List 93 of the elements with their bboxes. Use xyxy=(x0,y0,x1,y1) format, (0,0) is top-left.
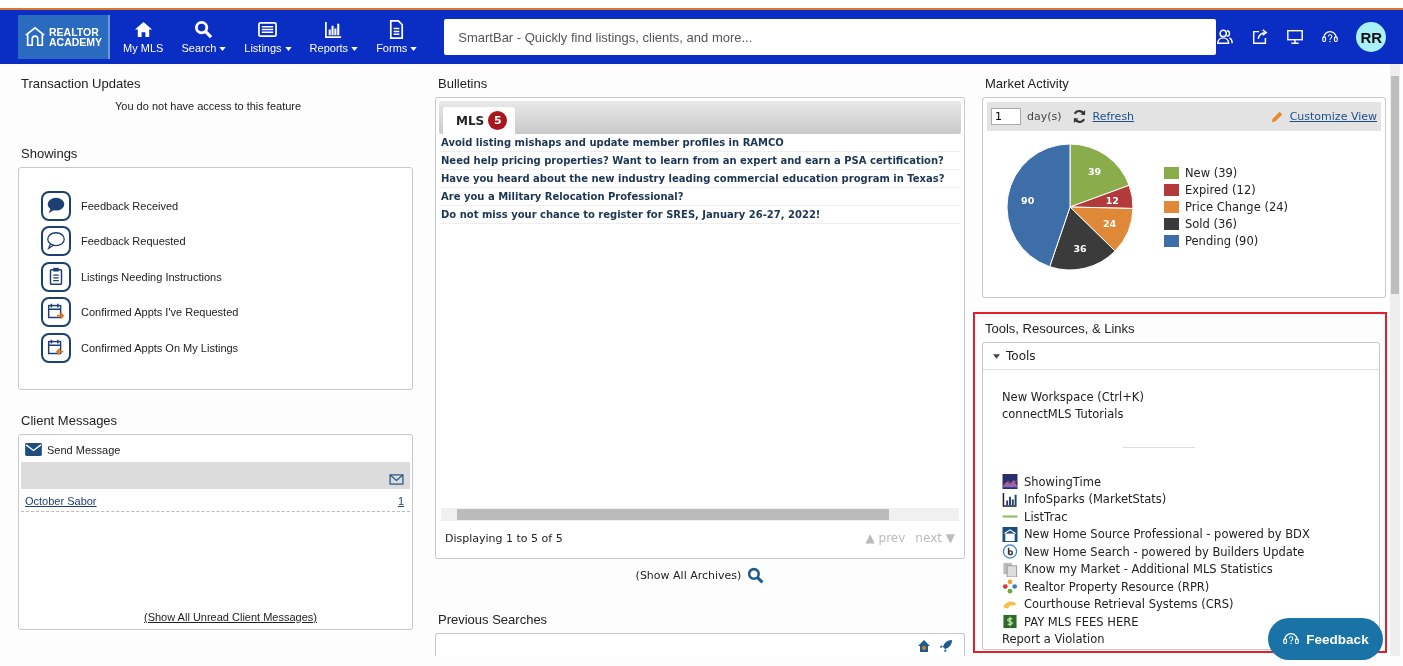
tool-link[interactable]: ShowingTime xyxy=(1024,474,1101,489)
show-all-messages-link[interactable]: (Show All Unread Client Messages) xyxy=(144,611,317,623)
home-icon xyxy=(133,20,153,39)
monitor-icon[interactable] xyxy=(1286,28,1305,46)
section-title: Bulletins xyxy=(438,76,489,91)
refresh-icon[interactable] xyxy=(1071,109,1087,124)
bar-chart-icon[interactable] xyxy=(1002,491,1018,507)
slice-value-label: 12 xyxy=(1105,194,1119,206)
mountain-icon[interactable] xyxy=(1002,474,1018,490)
logo-text: REALTOR xyxy=(49,27,100,37)
bulletin-link[interactable]: Do not miss your chance to register for SRES, January 26-27, 2022! xyxy=(439,206,961,224)
tool-link[interactable]: Realtor Property Resource (RPR) xyxy=(1024,579,1210,594)
section-header[interactable]: Tools xyxy=(983,343,1379,370)
search-icon xyxy=(194,20,214,39)
tool-link[interactable]: New Home Source Professional - powered by BDX xyxy=(1024,527,1310,542)
legend-label: Pending (90) xyxy=(1185,234,1259,248)
logo-text: ACADEMY xyxy=(49,37,103,47)
nav-button[interactable]: Listings xyxy=(239,15,297,59)
bulletin-link[interactable]: Avoid listing mishaps and update member profiles in RAMCO xyxy=(439,134,961,152)
tool-link[interactable]: New Workspace (Ctrl+K) xyxy=(1002,389,1144,404)
caret-icon xyxy=(993,353,1000,359)
legend-label: Sold (36) xyxy=(1185,217,1238,231)
show-archives-link[interactable]: (Show All Archives) xyxy=(635,569,742,583)
showings-link[interactable]: Feedback Requested xyxy=(81,235,186,248)
calendar-arrow-icon[interactable] xyxy=(41,332,71,363)
tab-label: MLS xyxy=(456,113,485,128)
bulletin-link[interactable]: Are you a Military Relocation Professional? xyxy=(439,188,961,206)
calendar-arrow-icon[interactable] xyxy=(41,297,71,328)
tool-link[interactable]: Know my Market - Additional MLS Statistics xyxy=(1024,562,1273,577)
building-icon[interactable] xyxy=(1002,526,1018,542)
smartbar-field[interactable]: SmartBar - Quickly find listings, clients, and more... xyxy=(444,19,1217,55)
logo[interactable]: REALTOR ACADEMY xyxy=(18,15,111,59)
days-field[interactable]: 1 xyxy=(991,108,1021,125)
client-name-link[interactable]: October Sabor xyxy=(25,495,97,507)
days-label: day(s) xyxy=(1027,110,1062,123)
section-title: Transaction Updates xyxy=(21,76,142,91)
send-message-link[interactable]: Send Message xyxy=(47,443,121,456)
legend-label: Expired (12) xyxy=(1185,183,1256,197)
section-title: Client Messages xyxy=(21,413,119,428)
pagination-info: Displaying 1 to 5 of 5 xyxy=(445,531,563,545)
user-avatar[interactable]: RR xyxy=(1356,22,1387,52)
showings-link[interactable]: Feedback Received xyxy=(81,199,179,212)
list-icon xyxy=(258,20,278,39)
tool-link[interactable]: New Home Search - powered by Builders Update xyxy=(1024,544,1305,559)
slice-value-label: 90 xyxy=(1021,194,1035,206)
slice-value-label: 39 xyxy=(1087,166,1102,178)
bar-chart-icon xyxy=(324,20,344,39)
slice-value-label: 36 xyxy=(1073,243,1087,255)
showings-link[interactable]: Listings Needing Instructions xyxy=(81,270,222,283)
access-message: You do not have access to this feature xyxy=(115,100,303,114)
bulletin-tab[interactable]: MLS 5 xyxy=(443,107,516,134)
showings-link[interactable]: Confirmed Appts On My Listings xyxy=(81,341,239,354)
refresh-link[interactable]: Refresh xyxy=(1092,110,1135,123)
share-icon[interactable] xyxy=(1251,28,1270,46)
speech-bubble-icon[interactable] xyxy=(41,226,71,257)
clipboard-icon[interactable] xyxy=(41,261,71,292)
money-icon[interactable] xyxy=(1002,614,1018,630)
rocket-icon[interactable] xyxy=(938,638,954,655)
tool-link[interactable]: Courthouse Retrieval Systems (CRS) xyxy=(1024,597,1234,612)
tool-link[interactable]: connectMLS Tutorials xyxy=(1002,407,1124,422)
legend-label: New (39) xyxy=(1185,166,1238,180)
envelope-icon xyxy=(389,474,404,485)
bulletin-link[interactable]: Have you heard about the new industry leading commercial education program in Texas? xyxy=(439,170,961,188)
section-title: Tools, Resources, & Links xyxy=(985,321,1136,336)
showings-link[interactable]: Confirmed Appts I've Requested xyxy=(81,306,239,319)
feedback-button[interactable]: Feedback xyxy=(1268,618,1383,660)
nav-button[interactable]: Search xyxy=(176,15,232,59)
tool-link[interactable]: InfoSparks (MarketStats) xyxy=(1024,492,1167,507)
horizontal-scrollbar[interactable] xyxy=(441,508,959,522)
envelope-icon[interactable] xyxy=(25,443,42,456)
legend-label: Price Change (24) xyxy=(1185,200,1288,214)
message-count-link[interactable]: 1 xyxy=(397,495,404,507)
tool-link[interactable]: Report a Violation xyxy=(1002,632,1105,647)
nav-button[interactable]: Reports xyxy=(304,15,364,59)
nav-button[interactable]: My MLS xyxy=(118,15,169,59)
scrollbar[interactable] xyxy=(1390,64,1400,656)
slice-value-label: 24 xyxy=(1102,218,1117,230)
bulletin-link[interactable]: Need help pricing properties? Want to learn from an expert and earn a PSA certification? xyxy=(439,152,961,170)
search-icon[interactable] xyxy=(747,567,765,585)
dots-icon[interactable] xyxy=(1002,579,1018,595)
section-title: Previous Searches xyxy=(438,612,549,628)
house-logo-icon xyxy=(24,26,46,48)
house-icon[interactable] xyxy=(916,638,932,655)
tool-link[interactable]: PAY MLS FEES HERE xyxy=(1024,614,1139,629)
section-title: Showings xyxy=(21,146,79,161)
customize-view-link[interactable]: Customize View xyxy=(1289,110,1377,123)
nav-button[interactable]: Forms xyxy=(371,15,423,59)
section-title: Market Activity xyxy=(985,76,1070,91)
tool-link[interactable]: ListTrac xyxy=(1024,509,1068,524)
speech-bubble-icon[interactable] xyxy=(41,190,71,221)
count-badge: 5 xyxy=(488,111,508,130)
circle-logo-icon[interactable] xyxy=(1002,544,1018,560)
users-icon[interactable] xyxy=(1216,28,1235,46)
